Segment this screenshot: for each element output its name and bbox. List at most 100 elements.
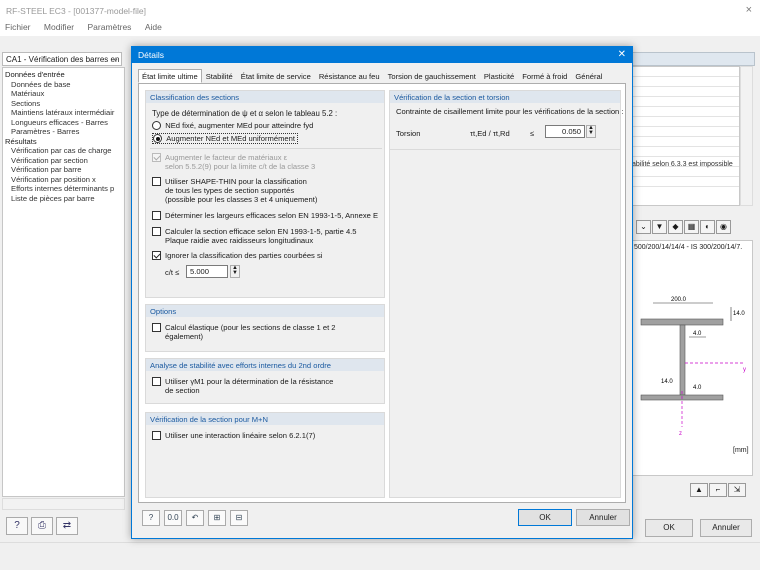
checkbox-ignore-curved[interactable]: Ignorer la classification des parties co… bbox=[152, 251, 322, 260]
torsion-value-input[interactable]: 0.050 bbox=[545, 125, 585, 138]
window-close-icon[interactable]: × bbox=[746, 4, 752, 16]
mn-verification-group: Vérification de la section pour M+N Util… bbox=[145, 412, 385, 498]
checkbox-elastic[interactable]: Calcul élastique (pour les sections de c… bbox=[152, 323, 336, 341]
tree-item[interactable]: Vérification par barre bbox=[3, 165, 124, 175]
filter-icon[interactable]: ▼ bbox=[652, 220, 667, 234]
results-toolbar: ⌄ ▼ ◆ ▦ ◐ ◉ bbox=[636, 220, 732, 234]
torsion-group: Vérification de la section et torsion Co… bbox=[389, 90, 624, 498]
help-icon[interactable]: ? bbox=[142, 510, 160, 526]
tree-item[interactable]: Paramètres - Barres bbox=[3, 127, 124, 137]
dialog-tabs: État limite ultime Stabilité État limite d… bbox=[138, 69, 606, 83]
checkbox-gamma-m1[interactable]: Utiliser γM1 pour la détermination de la… bbox=[152, 377, 333, 395]
ct-spinner[interactable]: ▲ ▼ bbox=[230, 265, 240, 278]
dialog-close-icon[interactable]: ✕ bbox=[618, 49, 626, 60]
menu-modifier[interactable]: Modifier bbox=[44, 22, 74, 32]
dim-flange-2: 14.0 bbox=[661, 379, 673, 385]
view-icon[interactable]: ◉ bbox=[716, 220, 731, 234]
select-icon[interactable]: ▲ bbox=[690, 483, 708, 497]
load-defaults-icon[interactable]: ⊞ bbox=[208, 510, 226, 526]
results-vertical-scrollbar[interactable] bbox=[740, 66, 753, 206]
dimension-icon[interactable]: ⌐ bbox=[709, 483, 727, 497]
graphics-icon[interactable]: ◐ bbox=[700, 220, 715, 234]
tab-plasticite[interactable]: Plasticité bbox=[480, 69, 518, 83]
checkbox-linear-interaction-control[interactable] bbox=[152, 431, 161, 440]
cross-section-drawing: 200.0 14.0 4.0 14.0 4.0 y z bbox=[640, 297, 746, 437]
checkbox-effective-widths[interactable]: Déterminer les largeurs efficaces selon … bbox=[152, 211, 378, 220]
menu-bar: Fichier Modifier Paramètres Aide bbox=[0, 22, 760, 36]
print-icon[interactable]: ⎙ bbox=[31, 517, 53, 535]
torsion-description: Contrainte de cisaillement limite pour l… bbox=[396, 107, 624, 116]
load-case-combo[interactable]: CA1 - Vérification des barres en ⌄ bbox=[2, 52, 122, 66]
menu-fichier[interactable]: Fichier bbox=[5, 22, 31, 32]
checkbox-elastic-control[interactable] bbox=[152, 323, 161, 332]
checkbox-material-factor-label-2: selon 5.5.2(9) pour la limite c/t de la … bbox=[165, 162, 316, 171]
tab-forme-froid[interactable]: Formé à froid bbox=[518, 69, 571, 83]
radio-fixed-ned-label: NEd fixé, augmenter MEd pour atteindre f… bbox=[165, 121, 314, 130]
dialog-toolbar: ? 0.0 ↶ ⊞ ⊟ bbox=[142, 510, 252, 526]
export-icon[interactable]: ⇄ bbox=[56, 517, 78, 535]
decimal-icon[interactable]: 0.0 bbox=[164, 510, 182, 526]
tab-general[interactable]: Général bbox=[571, 69, 606, 83]
tree-item[interactable]: Données de base bbox=[3, 80, 124, 90]
radio-uniform[interactable]: Augmenter NEd et MEd uniformément bbox=[152, 133, 298, 144]
tree-item[interactable]: Matériaux bbox=[3, 89, 124, 99]
tree-item[interactable]: Données d'entrée bbox=[3, 70, 124, 80]
tab-panel: Classification des sections Type de déte… bbox=[138, 83, 626, 503]
checkbox-effective-section-control[interactable] bbox=[152, 227, 161, 236]
main-ok-button[interactable]: OK bbox=[645, 519, 693, 537]
menu-aide[interactable]: Aide bbox=[145, 22, 162, 32]
load-case-combo-value: CA1 - Vérification des barres en bbox=[6, 55, 120, 64]
zoom-icon[interactable]: ⇲ bbox=[728, 483, 746, 497]
checkbox-ignore-curved-control[interactable] bbox=[152, 251, 161, 260]
classification-header: Classification des sections bbox=[146, 91, 384, 103]
checkbox-gamma-m1-control[interactable] bbox=[152, 377, 161, 386]
checkbox-linear-interaction-label: Utiliser une interaction linéaire selon … bbox=[165, 431, 316, 440]
tab-torsion-gauchissement[interactable]: Torsion de gauchissement bbox=[384, 69, 480, 83]
unit-label: [mm] bbox=[733, 447, 749, 454]
checkbox-linear-interaction[interactable]: Utiliser une interaction linéaire selon … bbox=[152, 431, 315, 440]
radio-fixed-ned-control[interactable] bbox=[152, 121, 161, 130]
tree-item[interactable]: Résultats bbox=[3, 137, 124, 147]
stability-note: abilité selon 6.3.3 est impossible bbox=[632, 161, 733, 168]
reset-icon[interactable]: ↶ bbox=[186, 510, 204, 526]
tree-item[interactable]: Sections bbox=[3, 99, 124, 109]
checkbox-shape-thin[interactable]: Utiliser SHAPE-THIN pour la classificati… bbox=[152, 177, 317, 204]
axis-z-label: z bbox=[679, 431, 682, 437]
radio-uniform-control[interactable] bbox=[153, 134, 162, 143]
tab-etat-limite-ultime[interactable]: État limite ultime bbox=[138, 69, 202, 83]
ct-value-input[interactable]: 5.000 bbox=[186, 265, 228, 278]
dim-flange: 14.0 bbox=[733, 311, 745, 317]
checkbox-effective-widths-control[interactable] bbox=[152, 211, 161, 220]
tree-horizontal-scrollbar[interactable] bbox=[2, 498, 125, 510]
checkbox-effective-section[interactable]: Calculer la section efficace selon EN 19… bbox=[152, 227, 357, 245]
dialog-ok-button[interactable]: OK bbox=[518, 509, 572, 526]
tree-item[interactable]: Maintiens latéraux intermédiair bbox=[3, 108, 124, 118]
preview-toolbar: ▲ ⌐ ⇲ bbox=[690, 483, 747, 497]
tab-resistance-feu[interactable]: Résistance au feu bbox=[315, 69, 384, 83]
torsion-spinner[interactable]: ▲ ▼ bbox=[586, 125, 596, 138]
checkbox-effective-section-label-2: Plaque raidie avec raidisseurs longitudi… bbox=[165, 236, 314, 245]
tree-item[interactable]: Liste de pièces par barre bbox=[3, 194, 124, 204]
checkbox-shape-thin-control[interactable] bbox=[152, 177, 161, 186]
radio-fixed-ned[interactable]: NEd fixé, augmenter MEd pour atteindre f… bbox=[152, 121, 313, 130]
section-preview: 200.0 14.0 4.0 14.0 4.0 y z bbox=[630, 240, 753, 476]
tree-item[interactable]: Vérification par cas de charge bbox=[3, 146, 124, 156]
torsion-operator: ≤ bbox=[530, 129, 535, 138]
tab-etat-limite-service[interactable]: État limite de service bbox=[237, 69, 315, 83]
main-cancel-button[interactable]: Annuler bbox=[700, 519, 752, 537]
torsion-value: 0.050 bbox=[561, 127, 581, 136]
menu-parametres[interactable]: Paramètres bbox=[88, 22, 132, 32]
tree-item[interactable]: Efforts internes déterminants p bbox=[3, 184, 124, 194]
tree-item[interactable]: Vérification par section bbox=[3, 156, 124, 166]
dialog-cancel-button[interactable]: Annuler bbox=[576, 509, 630, 526]
tree-item[interactable]: Vérification par position x bbox=[3, 175, 124, 185]
help-icon[interactable]: ? bbox=[6, 517, 28, 535]
dropdown-icon[interactable]: ⌄ bbox=[636, 220, 651, 234]
section-icon[interactable]: ◆ bbox=[668, 220, 683, 234]
excel-icon[interactable]: ▦ bbox=[684, 220, 699, 234]
section-title: 500/200/14/14/4 - IS 300/200/14/7. bbox=[634, 244, 743, 251]
status-bar bbox=[0, 542, 760, 570]
tab-stabilite[interactable]: Stabilité bbox=[202, 69, 237, 83]
tree-item[interactable]: Longueurs efficaces - Barres bbox=[3, 118, 124, 128]
save-defaults-icon[interactable]: ⊟ bbox=[230, 510, 248, 526]
